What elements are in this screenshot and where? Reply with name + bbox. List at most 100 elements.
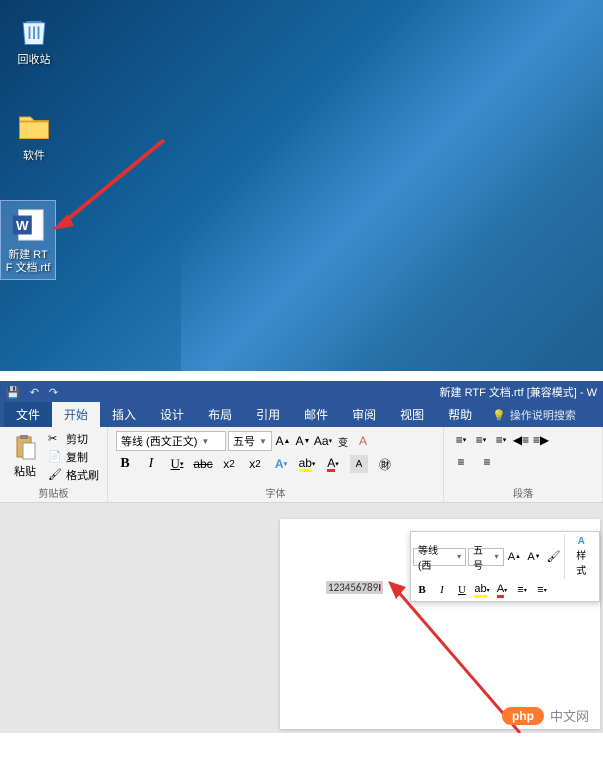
desktop-icon-label: 回收站 (4, 54, 64, 67)
word-application-window: 💾 ↶ ↷ 新建 RTF 文档.rtf [兼容模式] - W 文件 开始 插入 … (0, 381, 603, 733)
watermark-badge: php (502, 707, 544, 725)
desktop-icon-recycle-bin[interactable]: 回收站 (4, 10, 64, 67)
mini-font-size-value: 五号 (473, 542, 490, 572)
font-name-value: 等线 (西文正文) (121, 433, 197, 449)
desktop-icon-software-folder[interactable]: 软件 (4, 106, 64, 163)
shrink-font-button[interactable]: A▼ (294, 432, 312, 450)
paste-label: 粘贴 (8, 463, 42, 479)
mini-shrink-font-button[interactable]: A▼ (525, 548, 543, 566)
save-icon[interactable]: 💾 (6, 386, 20, 399)
tab-mailings[interactable]: 邮件 (292, 402, 340, 427)
phonetic-guide-button[interactable]: 变 (334, 432, 352, 450)
mini-highlight-button[interactable]: ab▾ (473, 581, 491, 599)
brush-icon: 🖌 (48, 468, 62, 482)
group-label-paragraph: 段落 (452, 483, 594, 500)
tell-me-search[interactable]: 💡 操作说明搜索 (484, 403, 584, 427)
clear-formatting-button[interactable]: A (354, 432, 372, 450)
font-name-combo[interactable]: 等线 (西文正文)▼ (116, 431, 226, 451)
subscript-button[interactable]: x2 (220, 455, 238, 473)
mini-numbering-button[interactable]: ≡▾ (533, 581, 551, 599)
undo-icon[interactable]: ↶ (30, 386, 39, 399)
mini-format-painter-button[interactable]: 🖌 (545, 548, 563, 566)
grow-font-button[interactable]: A▲ (274, 432, 292, 450)
change-case-button[interactable]: Aa▾ (314, 432, 332, 450)
mini-font-size-combo[interactable]: 五号▾ (468, 548, 503, 566)
chevron-down-icon: ▾ (495, 552, 499, 561)
font-size-value: 五号 (233, 433, 255, 449)
align-left-button[interactable]: ≡ (452, 453, 470, 471)
ribbon-group-clipboard: 粘贴 ✂ 剪切 📄 复制 🖌 格式刷 剪贴板 (0, 427, 108, 502)
tab-file[interactable]: 文件 (4, 402, 52, 427)
copy-label: 复制 (66, 449, 88, 465)
mini-font-name-combo[interactable]: 等线 (西▾ (413, 548, 466, 566)
text-cursor-icon: I (378, 581, 381, 594)
windows-desktop: 回收站 软件 W 新建 RTF 文档.rtf (0, 0, 603, 371)
bullets-button[interactable]: ≡▾ (452, 431, 470, 449)
group-label-clipboard: 剪贴板 (8, 483, 99, 500)
document-text-content: 123456789 (328, 581, 378, 594)
document-area: 等线 (西▾ 五号▾ A▲ A▼ 🖌 A 样式 B I U ab▾ A▾ (0, 503, 603, 733)
tab-help[interactable]: 帮助 (436, 402, 484, 427)
mini-toolbar: 等线 (西▾ 五号▾ A▲ A▼ 🖌 A 样式 B I U ab▾ A▾ (410, 531, 600, 602)
cut-button[interactable]: ✂ 剪切 (48, 431, 99, 447)
underline-button[interactable]: U▾ (168, 455, 186, 473)
mini-grow-font-button[interactable]: A▲ (506, 548, 524, 566)
mini-underline-button[interactable]: U (453, 581, 471, 599)
mini-bold-button[interactable]: B (413, 581, 431, 599)
chevron-down-icon: ▾ (457, 552, 461, 561)
paste-button[interactable]: 粘贴 (8, 431, 42, 483)
folder-icon (14, 106, 54, 146)
bold-button[interactable]: B (116, 455, 134, 473)
increase-indent-button[interactable]: ≡▶ (532, 431, 550, 449)
enclose-characters-button[interactable]: ㊖ (376, 455, 394, 473)
font-size-combo[interactable]: 五号 ▼ (228, 431, 272, 451)
text-effects-button[interactable]: A▾ (272, 455, 290, 473)
format-painter-label: 格式刷 (66, 467, 99, 483)
strikethrough-button[interactable]: abc (194, 455, 212, 473)
tab-design[interactable]: 设计 (148, 402, 196, 427)
numbering-button[interactable]: ≡▾ (472, 431, 490, 449)
cut-label: 剪切 (66, 431, 88, 447)
tab-insert[interactable]: 插入 (100, 402, 148, 427)
character-shading-button[interactable]: A (350, 455, 368, 473)
group-label-font: 字体 (116, 483, 435, 500)
desktop-icon-rtf-document[interactable]: W 新建 RTF 文档.rtf (0, 200, 56, 280)
document-page[interactable]: 等线 (西▾ 五号▾ A▲ A▼ 🖌 A 样式 B I U ab▾ A▾ (280, 519, 600, 729)
superscript-button[interactable]: x2 (246, 455, 264, 473)
desktop-icon-label: 新建 RTF 文档.rtf (5, 249, 51, 275)
font-color-button[interactable]: A▾ (324, 455, 342, 473)
paste-icon (11, 433, 39, 461)
title-bar: 💾 ↶ ↷ 新建 RTF 文档.rtf [兼容模式] - W (0, 381, 603, 403)
tell-me-label: 操作说明搜索 (510, 407, 576, 423)
decrease-indent-button[interactable]: ◀≡ (512, 431, 530, 449)
mini-styles-label: 样式 (571, 547, 591, 577)
mini-italic-button[interactable]: I (433, 581, 451, 599)
ribbon: 粘贴 ✂ 剪切 📄 复制 🖌 格式刷 剪贴板 等线 (西文正文)▼ 五号 ▼ A▲ A▼… (0, 427, 603, 503)
tab-home[interactable]: 开始 (52, 402, 100, 427)
chevron-down-icon: ▼ (259, 437, 267, 446)
mini-bullets-button[interactable]: ≡▾ (513, 581, 531, 599)
format-painter-button[interactable]: 🖌 格式刷 (48, 467, 99, 483)
tab-layout[interactable]: 布局 (196, 402, 244, 427)
lightbulb-icon: 💡 (492, 409, 506, 422)
copy-button[interactable]: 📄 复制 (48, 449, 99, 465)
quick-access-toolbar: 💾 ↶ ↷ (6, 386, 58, 399)
tab-review[interactable]: 审阅 (340, 402, 388, 427)
copy-icon: 📄 (48, 450, 62, 464)
mini-font-color-button[interactable]: A▾ (493, 581, 511, 599)
scissors-icon: ✂ (48, 432, 62, 446)
selected-document-text[interactable]: 123456789I (326, 581, 383, 594)
highlight-button[interactable]: ab▾ (298, 455, 316, 473)
multilevel-list-button[interactable]: ≡▾ (492, 431, 510, 449)
redo-icon[interactable]: ↷ (49, 386, 58, 399)
desktop-icon-label: 软件 (4, 150, 64, 163)
tab-view[interactable]: 视图 (388, 402, 436, 427)
window-title: 新建 RTF 文档.rtf [兼容模式] - W (440, 384, 597, 400)
recycle-bin-icon (14, 10, 54, 50)
mini-font-name-value: 等线 (西 (418, 542, 453, 572)
word-document-icon: W (8, 205, 48, 245)
tab-references[interactable]: 引用 (244, 402, 292, 427)
mini-styles-button[interactable]: A 样式 (564, 534, 597, 579)
italic-button[interactable]: I (142, 455, 160, 473)
align-center-button[interactable]: ≡ (478, 453, 496, 471)
